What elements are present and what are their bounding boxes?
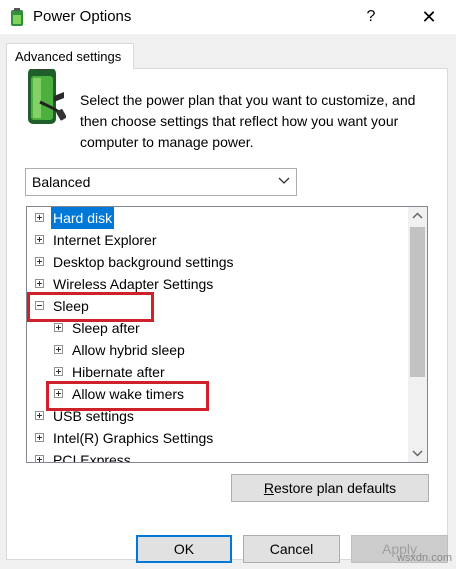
watermark: wsxdn.com: [396, 552, 452, 564]
expand-icon[interactable]: [35, 433, 44, 442]
expand-icon[interactable]: [35, 213, 44, 222]
expand-icon[interactable]: [35, 455, 44, 462]
cancel-button[interactable]: Cancel: [243, 535, 340, 563]
tree-item-label: Desktop background settings: [53, 254, 234, 270]
settings-tree[interactable]: Hard disk Internet Explorer Desktop back…: [26, 206, 428, 463]
restore-plan-defaults-button[interactable]: Restore plan defaults: [231, 474, 429, 502]
annotation-box-sleep: [27, 292, 154, 322]
tree-item-label: Allow hybrid sleep: [72, 342, 185, 358]
expand-icon[interactable]: [35, 235, 44, 244]
expand-icon[interactable]: [35, 257, 44, 266]
power-plan-value: Balanced: [32, 174, 91, 190]
expand-icon[interactable]: [54, 367, 63, 376]
help-button[interactable]: ?: [358, 4, 384, 30]
tab-advanced-settings[interactable]: Advanced settings: [6, 43, 134, 69]
tree-item-label: Internet Explorer: [53, 232, 157, 248]
window-title: Power Options: [33, 8, 132, 25]
description-text: Select the power plan that you want to c…: [80, 92, 416, 150]
power-plan-select[interactable]: Balanced: [25, 168, 297, 196]
expand-icon[interactable]: [35, 279, 44, 288]
restore-label: estore plan defaults: [273, 480, 397, 496]
restore-access-key: R: [263, 480, 274, 496]
scroll-down-icon[interactable]: [408, 443, 427, 462]
tree-item-label: Intel(R) Graphics Settings: [53, 430, 214, 446]
scroll-thumb[interactable]: [410, 227, 425, 377]
close-button[interactable]: ✕: [414, 4, 444, 30]
title-bar: Power Options ? ✕: [0, 0, 456, 34]
tree-item-label: PCI Express: [53, 452, 131, 463]
expand-icon[interactable]: [54, 345, 63, 354]
tree-item-label: Hibernate after: [72, 364, 165, 380]
chevron-down-icon: [278, 177, 290, 184]
battery-plug-icon: [28, 63, 66, 124]
annotation-box-wake-timers: [46, 381, 209, 411]
ok-button[interactable]: OK: [136, 535, 232, 563]
tree-item-label: Hard disk: [51, 207, 115, 229]
expand-icon[interactable]: [35, 411, 44, 420]
tree-scrollbar[interactable]: [408, 207, 427, 462]
scroll-up-icon[interactable]: [408, 207, 427, 226]
expand-icon[interactable]: [54, 323, 63, 332]
power-options-icon: [11, 8, 23, 26]
